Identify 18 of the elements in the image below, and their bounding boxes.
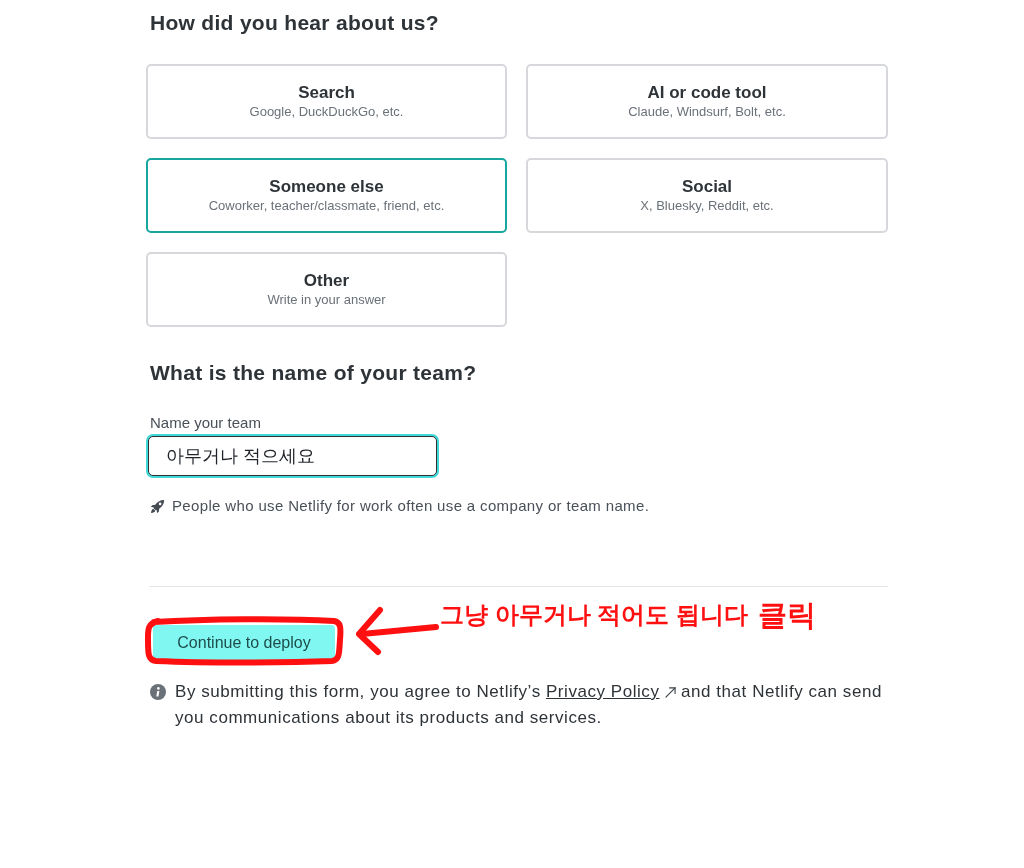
annotation-note: 그냥 아무거나 적어도 됩니다 xyxy=(440,600,748,630)
rocket-icon xyxy=(150,498,165,514)
option-card[interactable]: AI or code tool Claude, Windsurf, Bolt, etc. xyxy=(526,64,888,139)
option-card[interactable]: Someone else Coworker, teacher/classmate, friend, etc. xyxy=(146,158,507,233)
external-link-icon xyxy=(664,687,676,698)
hint-text: People who use Netlify for work often use a company or team name. xyxy=(172,496,650,516)
option-card[interactable]: Social X, Bluesky, Reddit, etc. xyxy=(526,158,888,233)
team-name-field[interactable]: 아무거나 적으세요 xyxy=(148,436,437,476)
privacy-policy-link[interactable]: Privacy Policy xyxy=(545,682,660,701)
annotation-emphasis: 클릭 xyxy=(758,600,816,630)
section-heading: How did you hear about us? xyxy=(149,10,440,36)
continue-button[interactable]: Continue to deploy xyxy=(153,625,335,660)
field-label: Name your team xyxy=(150,413,262,433)
option-card[interactable]: Search Google, DuckDuckGo, etc. xyxy=(146,64,507,139)
section-heading: What is the name of your team? xyxy=(149,360,478,386)
option-card[interactable]: Other Write in your answer xyxy=(146,252,507,327)
info-icon xyxy=(150,684,166,700)
consent-text: By submitting this form, you agree to Netlify’s Privacy Policy and that Netlify can send you communications about its products and services. xyxy=(175,681,883,729)
